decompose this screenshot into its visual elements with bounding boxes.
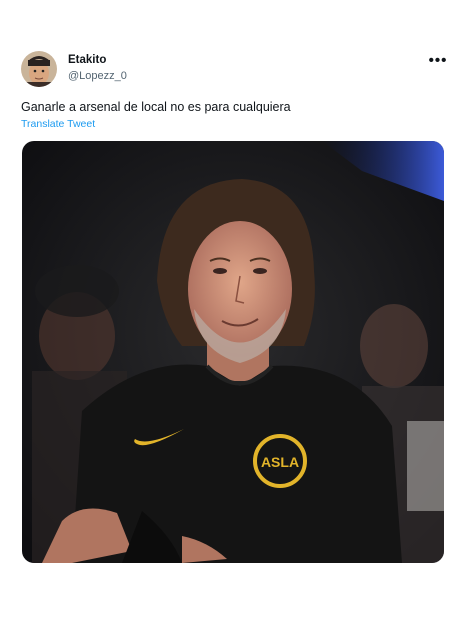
avatar-image	[21, 51, 57, 87]
translate-tweet-link[interactable]: Translate Tweet	[21, 118, 95, 130]
photo-image: ASLA	[22, 141, 444, 563]
crest-text: ASLA	[261, 454, 299, 470]
tweet-text: Ganarle a arsenal de local no es para cu…	[21, 100, 291, 114]
more-horizontal-icon[interactable]: •••	[428, 52, 448, 69]
tweet-card: Etakito @Lopezz_0 ••• Ganarle a arsenal …	[0, 0, 474, 632]
author-avatar[interactable]	[21, 51, 57, 87]
author-handle[interactable]: @Lopezz_0	[68, 70, 127, 82]
tweet-media-photo[interactable]: ASLA	[22, 141, 444, 563]
author-name[interactable]: Etakito	[68, 54, 106, 66]
